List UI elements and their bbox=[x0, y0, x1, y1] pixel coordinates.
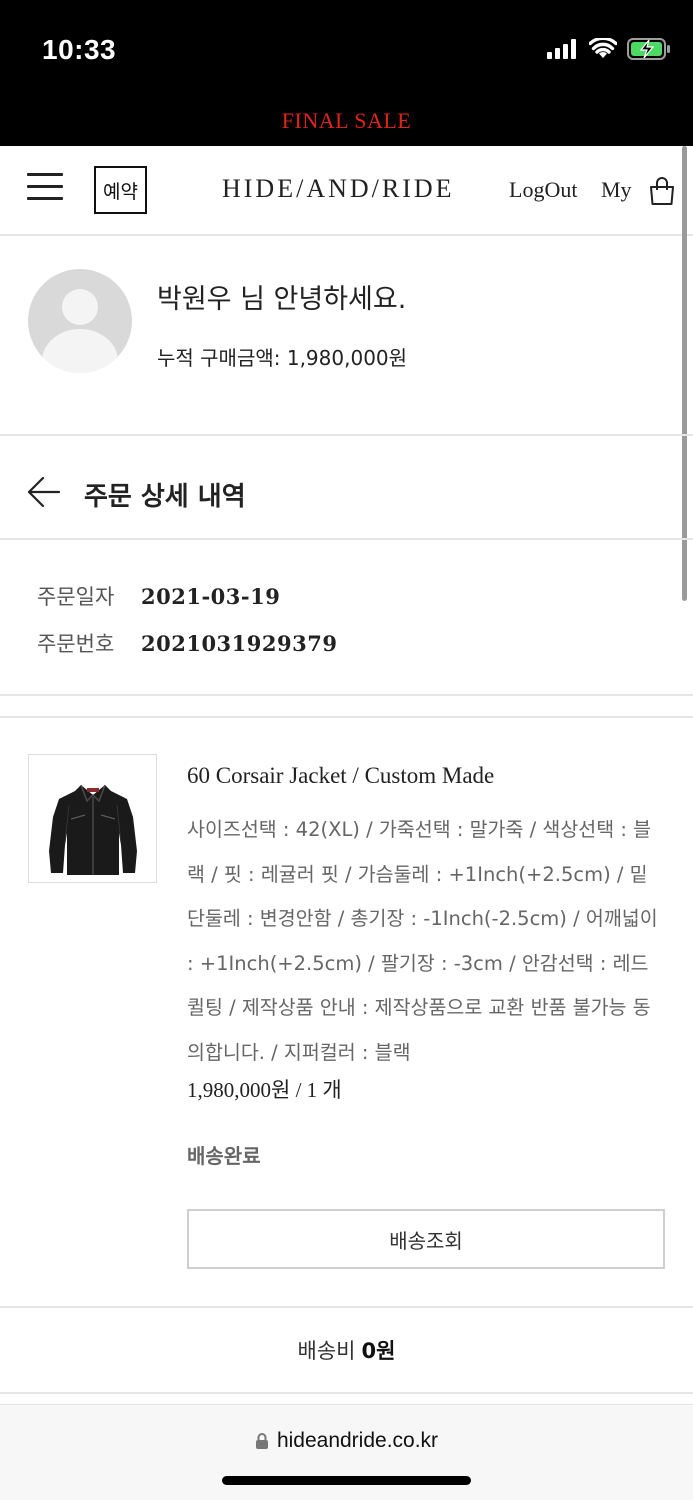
cumulative-purchase: 누적 구매금액: 1,980,000원 bbox=[157, 346, 408, 370]
shipping-fee: 배송비 0원 bbox=[0, 1306, 693, 1394]
my-page-link[interactable]: My bbox=[601, 177, 632, 203]
page-heading: 주문 상세 내역 bbox=[0, 438, 693, 540]
order-date-row: 주문일자 2021-03-19 bbox=[37, 581, 280, 611]
back-arrow-icon[interactable] bbox=[27, 476, 61, 508]
logout-link[interactable]: LogOut bbox=[509, 177, 577, 203]
wifi-icon bbox=[589, 38, 617, 58]
order-info: 주문일자 2021-03-19 주문번호 2021031929379 bbox=[0, 541, 693, 696]
lock-icon bbox=[255, 1433, 268, 1449]
shopping-bag-icon[interactable] bbox=[649, 176, 675, 206]
battery-charging-icon bbox=[627, 38, 670, 60]
shipping-fee-value: 0원 bbox=[361, 1339, 396, 1363]
leather-jacket-image bbox=[49, 784, 137, 875]
user-placeholder-icon bbox=[42, 289, 118, 373]
final-sale-banner[interactable]: FINAL SALE bbox=[0, 96, 693, 146]
site-header: 예약 HIDE/AND/RIDE LogOut My bbox=[0, 146, 693, 236]
final-sale-text: FINAL SALE bbox=[281, 108, 412, 133]
profile-section: 박원우 님 안녕하세요. 누적 구매금액: 1,980,000원 bbox=[0, 237, 693, 436]
status-time: 10:33 bbox=[42, 34, 117, 65]
url-text: hideandride.co.kr bbox=[276, 1429, 439, 1452]
menu-icon[interactable] bbox=[27, 173, 63, 203]
product-price-quantity: 1,980,000원 / 1 개 bbox=[187, 1078, 342, 1102]
product-name[interactable]: 60 Corsair Jacket / Custom Made bbox=[187, 763, 494, 789]
page-title: 주문 상세 내역 bbox=[84, 482, 246, 512]
reserve-button[interactable]: 예약 bbox=[94, 166, 147, 214]
order-number-label: 주문번호 bbox=[37, 632, 115, 656]
order-number-row: 주문번호 2021031929379 bbox=[37, 628, 337, 658]
status-icons bbox=[547, 38, 671, 60]
url-display[interactable]: hideandride.co.kr bbox=[0, 1429, 693, 1453]
order-date-value: 2021-03-19 bbox=[141, 584, 281, 609]
site-logo[interactable]: HIDE/AND/RIDE bbox=[222, 174, 455, 204]
status-bar: 10:33 bbox=[0, 0, 693, 96]
browser-url-bar[interactable]: hideandride.co.kr bbox=[0, 1404, 693, 1500]
signal-icon bbox=[547, 39, 576, 59]
shipping-fee-label: 배송비 bbox=[297, 1339, 356, 1363]
home-indicator[interactable] bbox=[222, 1476, 471, 1485]
product-image[interactable] bbox=[28, 754, 157, 883]
order-number-value: 2021031929379 bbox=[141, 631, 338, 656]
greeting-text: 박원우 님 안녕하세요. bbox=[157, 284, 407, 315]
delivery-status: 배송완료 bbox=[187, 1144, 261, 1168]
section-divider bbox=[0, 716, 693, 718]
product-options: 사이즈선택 : 42(XL) / 가죽선택 : 말가죽 / 색상선택 : 블랙 … bbox=[187, 818, 658, 1064]
order-date-label: 주문일자 bbox=[37, 585, 115, 609]
track-delivery-button[interactable]: 배송조회 bbox=[187, 1209, 665, 1269]
avatar bbox=[28, 269, 132, 373]
